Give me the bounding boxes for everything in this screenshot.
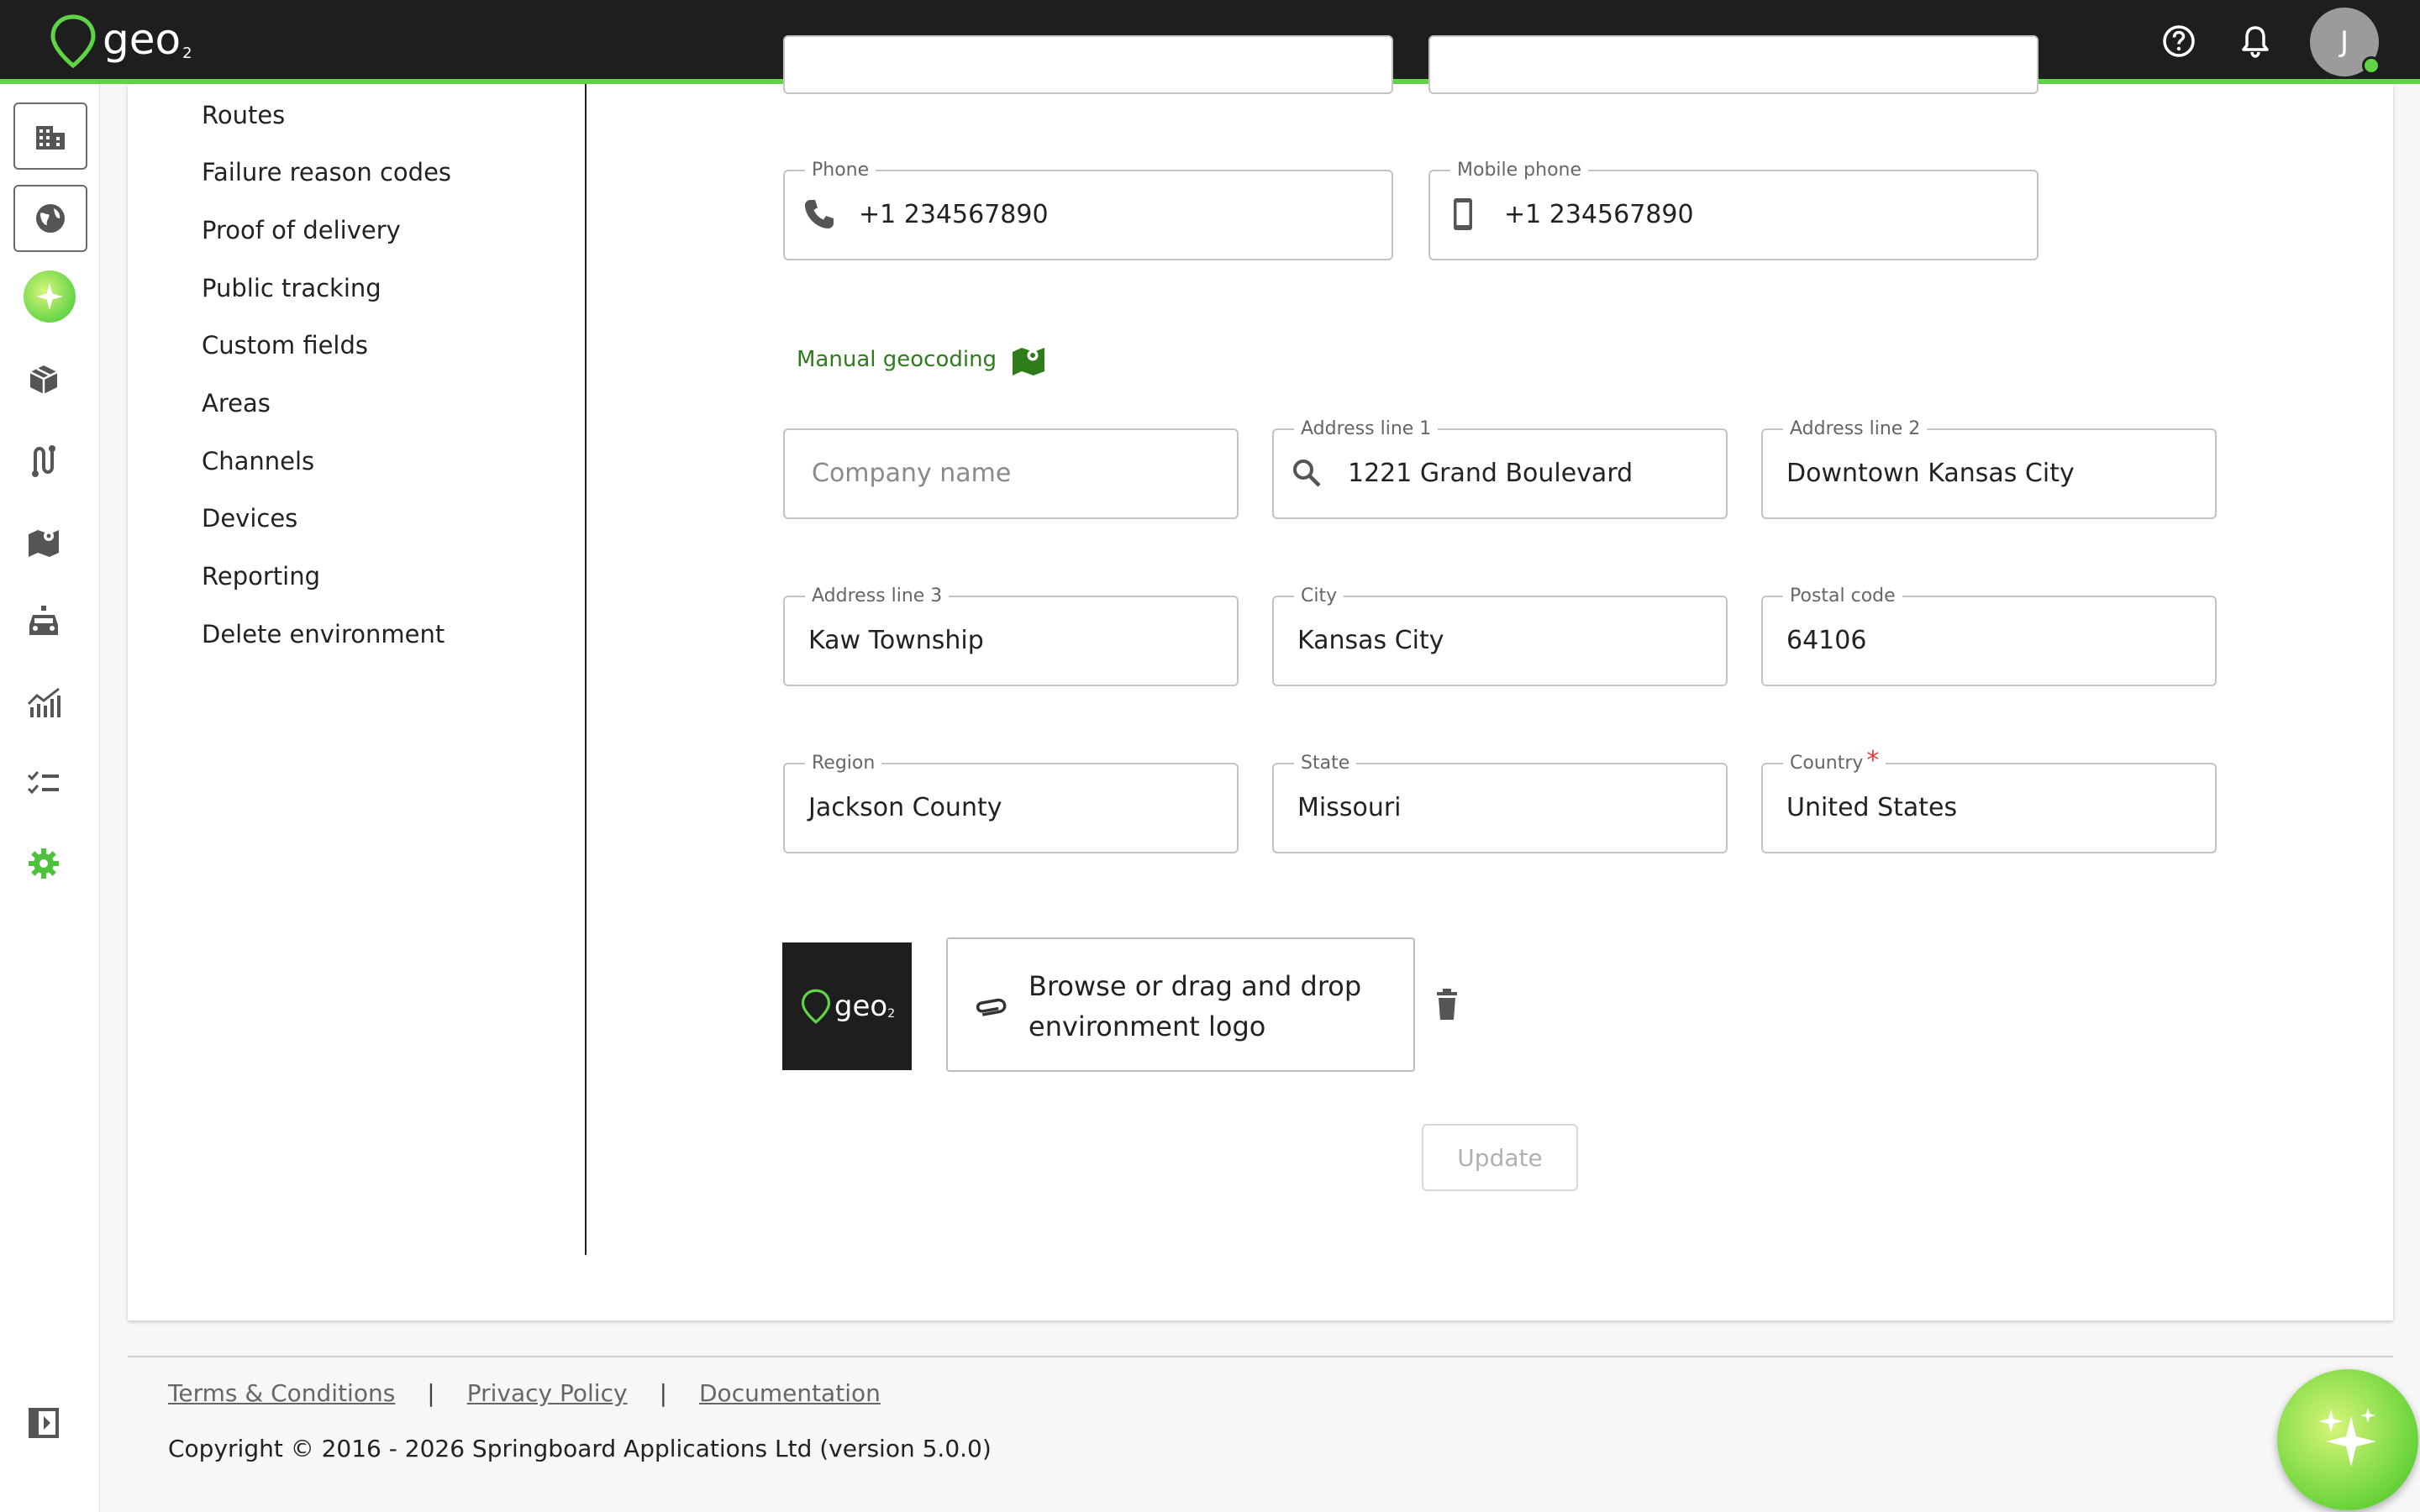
submenu-item-custom-fields[interactable]: Custom fields (202, 331, 368, 360)
rail-item-orders[interactable] (24, 360, 64, 400)
mobile-phone-field[interactable]: Mobile phone +1 234567890 (1428, 160, 2039, 260)
postal-code-field[interactable]: Postal code 64106 (1761, 585, 2217, 686)
state-value: Missouri (1297, 793, 1402, 822)
app-logo[interactable]: geo 2 (47, 12, 192, 71)
address-line-1-value: 1221 Grand Boulevard (1348, 459, 1634, 488)
building-icon (36, 126, 65, 150)
environment-logo-preview: geo 2 (782, 942, 912, 1070)
submenu-item-reporting[interactable]: Reporting (202, 562, 320, 591)
submenu-item-routes[interactable]: Routes (202, 101, 285, 129)
rail-button-organization[interactable] (13, 102, 87, 170)
collapse-sidebar-icon (29, 1408, 59, 1438)
terms-link[interactable]: Terms & Conditions (168, 1379, 395, 1407)
collapse-sidebar-button[interactable] (24, 1403, 64, 1443)
scrolled-field-left[interactable] (783, 35, 1393, 94)
location-pin-icon (801, 989, 830, 1024)
analytics-icon (27, 687, 60, 717)
location-pin-icon (50, 14, 96, 69)
help-icon[interactable] (2159, 21, 2199, 61)
submenu-item-public-tracking[interactable]: Public tracking (202, 274, 381, 302)
submenu-item-devices[interactable]: Devices (202, 504, 297, 533)
online-status-indicator (2362, 56, 2381, 75)
postal-code-value: 64106 (1786, 626, 1867, 655)
footer-separator: | (659, 1379, 667, 1407)
region-value: Jackson County (808, 793, 1002, 822)
manual-geocoding-link[interactable]: Manual geocoding (797, 341, 1047, 378)
documentation-link[interactable]: Documentation (699, 1379, 881, 1407)
submenu-item-delete-environment[interactable]: Delete environment (202, 620, 445, 648)
ai-sparkle-icon (2319, 1408, 2376, 1467)
icon-rail (0, 84, 100, 1512)
address-line-2-value: Downtown Kansas City (1786, 459, 2075, 488)
ai-assistant-button[interactable] (24, 270, 76, 323)
mobile-phone-icon (1454, 198, 1472, 230)
address-line-3-value: Kaw Township (808, 626, 984, 655)
rail-item-settings[interactable] (24, 843, 64, 884)
scrolled-field-right[interactable] (1428, 35, 2039, 94)
settings-card: Routes Failure reason codes Proof of del… (128, 35, 2393, 1320)
bell-icon[interactable] (2235, 21, 2275, 61)
preview-logo-text: geo (834, 990, 888, 1023)
privacy-link[interactable]: Privacy Policy (467, 1379, 628, 1407)
attachment-icon (976, 998, 1007, 1016)
preview-logo-subscript: 2 (887, 1007, 896, 1021)
company-name-field[interactable]: Company name (783, 428, 1239, 519)
address-line-3-field[interactable]: Address line 3 Kaw Township (783, 585, 1239, 686)
manual-geocoding-label: Manual geocoding (797, 347, 997, 372)
checklist-icon (27, 771, 59, 795)
footer-separator: | (427, 1379, 435, 1407)
copyright-text: Copyright © 2016 - 2026 Springboard Appl… (168, 1435, 992, 1462)
country-value: United States (1786, 793, 1958, 822)
avatar-initial: J (2339, 25, 2349, 59)
map-pin-icon (1013, 348, 1045, 375)
city-value: Kansas City (1297, 626, 1444, 655)
footer-divider (128, 1356, 2393, 1357)
package-icon (29, 365, 58, 394)
globe-icon (36, 204, 65, 233)
settings-submenu: Routes Failure reason codes Proof of del… (128, 84, 587, 1255)
phone-value: +1 234567890 (859, 200, 1049, 229)
rail-item-analytics[interactable] (24, 682, 64, 722)
submenu-item-channels[interactable]: Channels (202, 447, 314, 475)
country-field[interactable]: Country * United States (1761, 748, 2217, 853)
footer-links: Terms & Conditions | Privacy Policy | Do… (168, 1379, 881, 1407)
ai-assistant-fab[interactable] (2277, 1369, 2418, 1510)
logo-upload-button[interactable]: Browse or drag and drop environment logo (946, 937, 1415, 1072)
rail-item-tasks[interactable] (24, 763, 64, 803)
vehicle-icon (29, 606, 58, 635)
address-line-1-field[interactable]: Address line 1 1221 Grand Boulevard (1272, 418, 1728, 519)
upload-label: Browse or drag and drop environment logo (1028, 970, 1362, 1042)
address-line-2-field[interactable]: Address line 2 Downtown Kansas City (1761, 418, 2217, 519)
city-field[interactable]: City Kansas City (1272, 585, 1728, 686)
map-icon (29, 530, 59, 557)
submenu-item-areas[interactable]: Areas (202, 389, 271, 417)
logo-subscript: 2 (182, 45, 192, 62)
mobile-phone-value: +1 234567890 (1504, 200, 1694, 229)
route-icon (32, 445, 55, 477)
phone-field[interactable]: Phone +1 234567890 (783, 160, 1393, 260)
rail-item-map[interactable] (24, 521, 64, 561)
rail-button-environment[interactable] (13, 185, 87, 252)
submenu-item-proof-of-delivery[interactable]: Proof of delivery (202, 216, 401, 244)
region-field[interactable]: Region Jackson County (783, 753, 1239, 853)
rail-item-vehicles[interactable] (24, 601, 64, 642)
delete-icon[interactable] (1428, 986, 1465, 1023)
phone-icon (805, 200, 834, 228)
user-avatar[interactable]: J (2310, 8, 2381, 76)
ai-sparkle-icon (36, 283, 63, 310)
settings-icon (29, 848, 59, 879)
rail-item-routes[interactable] (24, 440, 64, 480)
company-name-placeholder: Company name (812, 459, 1012, 488)
search-icon (1293, 459, 1321, 487)
submenu-item-failure-reason-codes[interactable]: Failure reason codes (202, 158, 451, 186)
logo-text: geo (103, 15, 182, 64)
state-field[interactable]: State Missouri (1272, 753, 1728, 853)
update-button[interactable]: Update (1422, 1124, 1578, 1191)
